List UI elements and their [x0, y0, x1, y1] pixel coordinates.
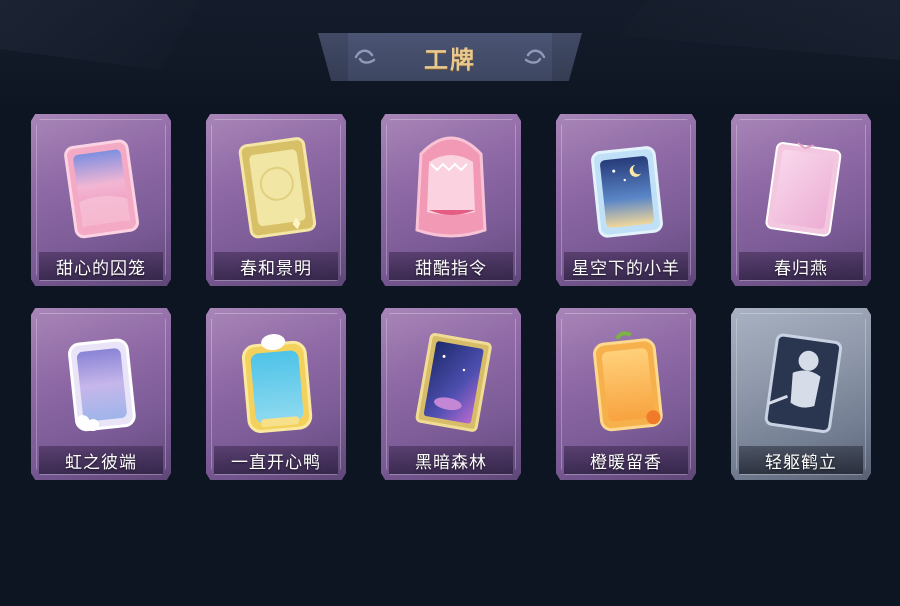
badge-label: 春归燕: [739, 252, 863, 280]
badge-grid: 甜心的囚笼 春和景明 甜酷指令 星空下的小羊 春归燕 虹之彼端 一直开心鸭 黑暗…: [31, 114, 871, 480]
golden-ornate-badge-icon: [238, 137, 317, 239]
badge-card-sweet-cool-command[interactable]: 甜酷指令: [381, 114, 521, 286]
pink-shark-badge-icon: [415, 136, 487, 238]
badge-card-spring-swallow[interactable]: 春归燕: [731, 114, 871, 286]
badge-label: 星空下的小羊: [564, 252, 688, 280]
page-title: 工牌: [424, 45, 476, 74]
badge-card-over-the-rainbow[interactable]: 虹之彼端: [31, 308, 171, 480]
silhouette-placeholder-badge-icon: [764, 333, 843, 434]
flourish-right-icon: [524, 49, 546, 64]
badge-label: 虹之彼端: [39, 446, 163, 474]
badge-card-orange-warmth[interactable]: 橙暖留香: [556, 308, 696, 480]
rainbow-cloud-badge-icon: [68, 338, 136, 432]
happy-duck-badge-icon: [241, 334, 313, 433]
badge-label: 橙暖留香: [564, 446, 688, 474]
badge-card-starry-sheep[interactable]: 星空下的小羊: [556, 114, 696, 286]
badge-card-always-happy-duck[interactable]: 一直开心鸭: [206, 308, 346, 480]
badge-card-spring-harmony[interactable]: 春和景明: [206, 114, 346, 286]
badge-label: 一直开心鸭: [214, 446, 338, 474]
pink-swallow-badge-icon: [765, 142, 842, 237]
badge-label: 轻躯鹤立: [739, 446, 863, 474]
pink-sky-badge-icon: [64, 139, 139, 239]
badge-label: 春和景明: [214, 252, 338, 280]
starry-sheep-badge-icon: [591, 146, 663, 238]
badge-card-sweetheart-cage[interactable]: 甜心的囚笼: [31, 114, 171, 286]
badge-label: 黑暗森林: [389, 446, 513, 474]
badge-label: 甜心的囚笼: [39, 252, 163, 280]
orange-badge-icon: [593, 331, 663, 432]
galaxy-forest-badge-icon: [415, 333, 492, 432]
badge-card-dark-forest[interactable]: 黑暗森林: [381, 308, 521, 480]
title-banner: 工牌: [318, 33, 582, 81]
flourish-left-icon: [354, 49, 376, 64]
badge-card-graceful-crane[interactable]: 轻躯鹤立: [731, 308, 871, 480]
badge-label: 甜酷指令: [389, 252, 513, 280]
